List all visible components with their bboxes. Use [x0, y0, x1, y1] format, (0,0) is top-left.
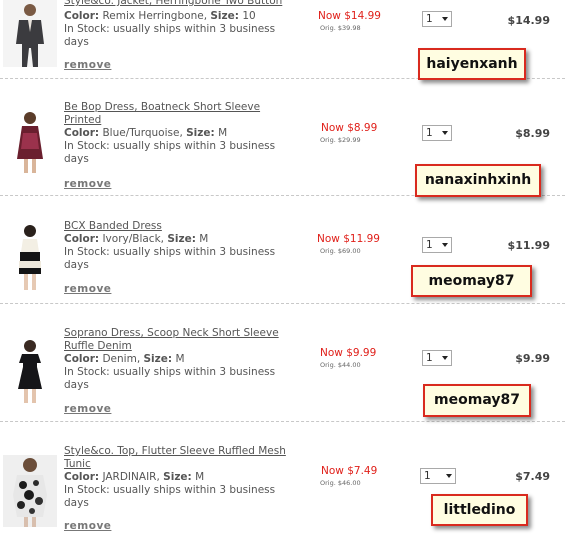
color-label: Color: — [64, 233, 100, 245]
product-title-link[interactable]: Style&co. Jacket, Herringbone Two Button — [64, 0, 294, 8]
product-image[interactable] — [3, 109, 57, 175]
chevron-down-icon — [442, 356, 448, 360]
stock-status: In Stock: usually ships within 3 busines… — [64, 246, 276, 271]
quantity-value: 1 — [426, 352, 433, 364]
quantity-value: 1 — [426, 239, 433, 251]
size-value: M — [218, 127, 228, 139]
product-image[interactable] — [3, 455, 57, 527]
size-label: Size: — [167, 233, 196, 245]
product-image[interactable] — [3, 337, 57, 405]
username-tag: meomay87 — [411, 265, 532, 297]
product-title-link[interactable]: Soprano Dress, Scoop Neck Short Sleeve R… — [64, 327, 294, 353]
remove-link[interactable]: remove — [64, 178, 111, 190]
original-price: Orig. $69.00 — [320, 247, 361, 255]
original-price: Orig. $44.00 — [320, 361, 361, 369]
color-label: Color: — [64, 353, 100, 365]
remove-link[interactable]: remove — [64, 403, 111, 415]
quantity-value: 1 — [426, 127, 433, 139]
remove-link[interactable]: remove — [64, 520, 111, 532]
quantity-select[interactable]: 1 — [422, 125, 452, 141]
quantity-select[interactable]: 1 — [422, 350, 452, 366]
item-total: $7.49 — [515, 470, 550, 483]
now-price: Now $14.99 — [318, 10, 381, 22]
item-total: $8.99 — [515, 127, 550, 140]
stock-status: In Stock: usually ships within 3 busines… — [64, 23, 276, 48]
product-color-size: Color: Denim, Size: M — [64, 353, 185, 365]
item-total: $11.99 — [507, 239, 550, 252]
stock-status: In Stock: usually ships within 3 busines… — [64, 140, 276, 165]
stock-status: In Stock: usually ships within 3 busines… — [64, 484, 276, 509]
color-label: Color: — [64, 127, 100, 139]
item-total: $14.99 — [507, 14, 550, 27]
product-image[interactable] — [3, 222, 57, 292]
color-value: Remix Herringbone — [102, 10, 204, 22]
quantity-value: 1 — [424, 470, 431, 482]
size-value: 10 — [242, 10, 256, 22]
now-price: Now $7.49 — [321, 465, 378, 477]
size-value: M — [175, 353, 185, 365]
product-color-size: Color: Blue/Turquoise, Size: M — [64, 127, 228, 139]
color-value: Denim — [102, 353, 137, 365]
now-price: Now $8.99 — [321, 122, 378, 134]
color-value: JARDINAIR — [102, 471, 157, 483]
chevron-down-icon — [442, 243, 448, 247]
color-value: Blue/Turquoise — [102, 127, 180, 139]
original-price: Orig. $39.98 — [320, 24, 361, 32]
product-color-size: Color: Ivory/Black, Size: M — [64, 233, 209, 245]
original-price: Orig. $29.99 — [320, 136, 361, 144]
product-title-link[interactable]: Be Bop Dress, Boatneck Short Sleeve Prin… — [64, 101, 294, 127]
remove-link[interactable]: remove — [64, 59, 111, 71]
product-image[interactable] — [3, 0, 57, 67]
quantity-value: 1 — [426, 13, 433, 25]
product-title-link[interactable]: Style&co. Top, Flutter Sleeve Ruffled Me… — [64, 445, 294, 471]
username-tag: littledino — [431, 494, 528, 526]
product-title-link[interactable]: BCX Banded Dress — [64, 220, 294, 233]
now-price: Now $9.99 — [320, 347, 377, 359]
size-label: Size: — [210, 10, 239, 22]
chevron-down-icon — [442, 17, 448, 21]
username-tag: nanaxinhxinh — [415, 164, 541, 197]
color-label: Color: — [64, 10, 100, 22]
remove-link[interactable]: remove — [64, 283, 111, 295]
username-tag: meomay87 — [423, 384, 531, 417]
size-label: Size: — [186, 127, 215, 139]
chevron-down-icon — [446, 474, 452, 478]
size-value: M — [195, 471, 205, 483]
product-color-size: Color: Remix Herringbone, Size: 10 — [64, 10, 256, 22]
chevron-down-icon — [442, 131, 448, 135]
quantity-select[interactable]: 1 — [422, 237, 452, 253]
original-price: Orig. $46.00 — [320, 479, 361, 487]
quantity-select[interactable]: 1 — [420, 468, 456, 484]
color-value: Ivory/Black — [102, 233, 161, 245]
item-total: $9.99 — [515, 352, 550, 365]
quantity-select[interactable]: 1 — [422, 11, 452, 27]
username-tag: haiyenxanh — [418, 48, 526, 80]
size-value: M — [199, 233, 209, 245]
now-price: Now $11.99 — [317, 233, 380, 245]
size-label: Size: — [143, 353, 173, 365]
size-label: Size: — [163, 471, 192, 483]
stock-status: In Stock: usually ships within 3 busines… — [64, 366, 276, 391]
product-color-size: Color: JARDINAIR, Size: M — [64, 471, 205, 483]
color-label: Color: — [64, 471, 100, 483]
